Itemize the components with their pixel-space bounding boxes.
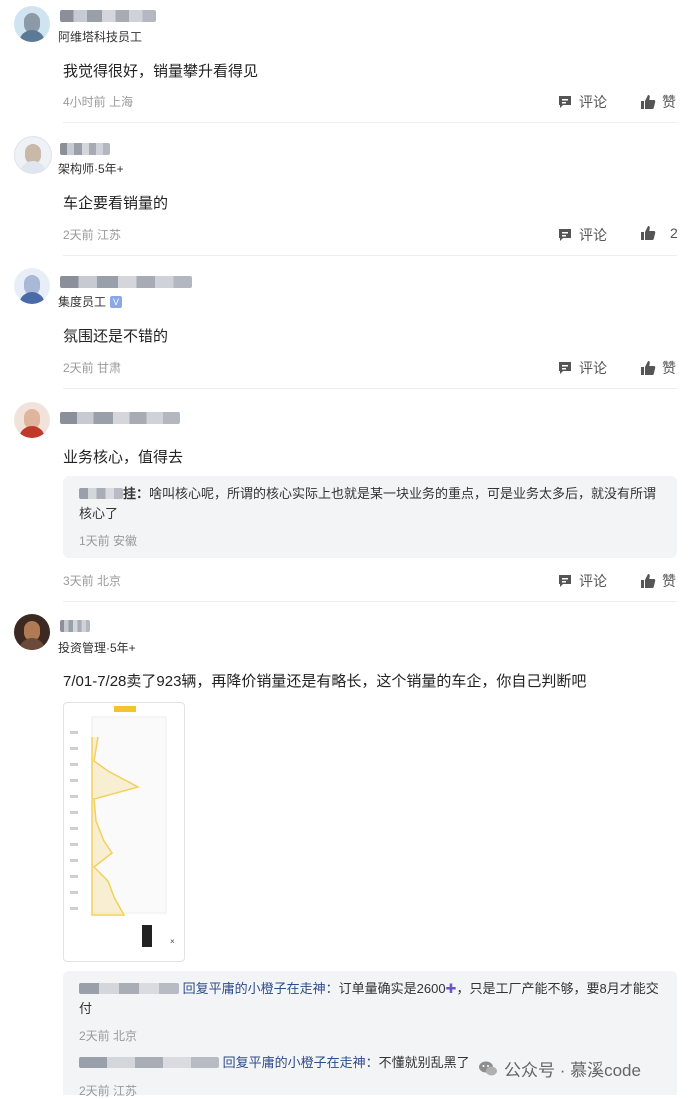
author-role: 架构师·5年+: [58, 162, 124, 176]
author-role-text: 集度员工: [58, 295, 107, 309]
reply-author-blurred[interactable]: [79, 983, 179, 994]
avatar[interactable]: [14, 6, 50, 42]
attached-image[interactable]: ×: [63, 702, 185, 962]
divider: [63, 601, 677, 602]
reply-author-suffix[interactable]: 挂: [123, 486, 136, 501]
divider: [63, 122, 677, 123]
chart-header-mark: [114, 706, 136, 712]
reply-author-blurred[interactable]: [79, 1057, 219, 1068]
reply-box: 挂：啥叫核心呢，所谓的核心实际上也就是某一块业务的重点，可是业务太多后，就没有所…: [63, 476, 677, 558]
like-count: 赞: [662, 94, 676, 110]
like-count: 赞: [662, 360, 676, 376]
like-count: 赞: [662, 573, 676, 589]
comment-meta: 3天前 北京: [63, 574, 122, 588]
reply-to-link[interactable]: 回复平庸的小橙子在走神: [183, 981, 326, 996]
reply-content: 啥叫核心呢，所谓的核心实际上也就是某一块业务的重点，可是业务太多后，就没有所谓核…: [79, 486, 657, 521]
author-name-blurred[interactable]: [60, 10, 156, 22]
author-role: 集度员工 V: [58, 293, 123, 310]
avatar[interactable]: [14, 614, 50, 650]
chart-footer-mark: [142, 925, 152, 947]
reply-content: 订单量确实是2600: [338, 981, 446, 996]
comment-icon: [559, 96, 571, 108]
author-name-blurred[interactable]: [60, 412, 180, 424]
author-role: 投资管理·5年+: [58, 641, 136, 655]
author-role: 阿维塔科技员工: [58, 30, 143, 44]
divider: [63, 388, 677, 389]
chart-row-labels: [70, 731, 78, 910]
avatar[interactable]: [14, 402, 50, 438]
wechat-icon: [479, 1061, 497, 1075]
sales-chart-thumbnail: ×: [70, 706, 175, 947]
watermark-text: 公众号 · 慕溪code: [504, 1061, 641, 1080]
reply-to-link[interactable]: 回复平庸的小橙子在走神: [223, 1055, 366, 1070]
like-button[interactable]: 赞: [640, 358, 676, 378]
comment-button[interactable]: 评论: [557, 92, 607, 112]
comment-text: 氛围还是不错的: [63, 328, 169, 345]
thumbs-up-icon: [641, 574, 656, 588]
comment-icon: [559, 362, 571, 374]
watermark: 公众号 · 慕溪code: [478, 1056, 641, 1081]
author-name-blurred[interactable]: [60, 143, 110, 155]
reply-text: 回复平庸的小橙子在走神：订单量确实是2600✚，只是工厂产能不够，要8月才能交付: [79, 981, 659, 1016]
comment-text: 我觉得很好，销量攀升看得见: [63, 63, 259, 80]
reply-content: 不懂就别乱黑了: [378, 1055, 470, 1070]
comment-icon: [559, 575, 571, 587]
author-name-blurred[interactable]: [60, 620, 90, 632]
reply-meta: 2天前 北京: [79, 1029, 138, 1043]
comment-text: 7/01-7/28卖了923辆，再降价销量还是有略长，这个销量的车企，你自己判断…: [63, 673, 587, 690]
comment-button[interactable]: 评论: [557, 225, 607, 245]
comment-button[interactable]: 评论: [557, 358, 607, 378]
avatar[interactable]: [14, 268, 50, 304]
like-button[interactable]: 赞: [640, 92, 676, 112]
like-button[interactable]: 2: [640, 225, 678, 241]
comment-meta: 4小时前 上海: [63, 95, 134, 109]
comment-label: 评论: [579, 573, 607, 589]
comment-text: 业务核心，值得去: [63, 449, 184, 466]
like-button[interactable]: 赞: [640, 571, 676, 591]
comment-icon: [559, 229, 571, 241]
comment-meta: 2天前 甘肃: [63, 361, 122, 375]
thumbs-up-icon: [641, 95, 656, 109]
comment-label: 评论: [579, 94, 607, 110]
reply-meta: 1天前 安徽: [79, 534, 138, 548]
like-count: 2: [670, 225, 678, 241]
thumbs-up-icon: [641, 226, 656, 240]
author-name-blurred[interactable]: [60, 276, 192, 288]
comment-label: 评论: [579, 360, 607, 376]
comment-button[interactable]: 评论: [557, 571, 607, 591]
comment-label: 评论: [579, 227, 607, 243]
plus-icon: ✚: [445, 981, 457, 996]
comment-text: 车企要看销量的: [63, 195, 169, 212]
reply-author-blurred[interactable]: [79, 488, 123, 499]
reply-meta: 2天前 江苏: [79, 1084, 138, 1098]
thumbs-up-icon: [641, 361, 656, 375]
reply-text: 挂：啥叫核心呢，所谓的核心实际上也就是某一块业务的重点，可是业务太多后，就没有所…: [79, 486, 657, 521]
chart-close-icon[interactable]: ×: [170, 937, 175, 946]
verified-badge-icon: V: [110, 296, 123, 308]
comment-meta: 2天前 江苏: [63, 228, 122, 242]
avatar[interactable]: [14, 136, 52, 174]
divider: [63, 255, 677, 256]
